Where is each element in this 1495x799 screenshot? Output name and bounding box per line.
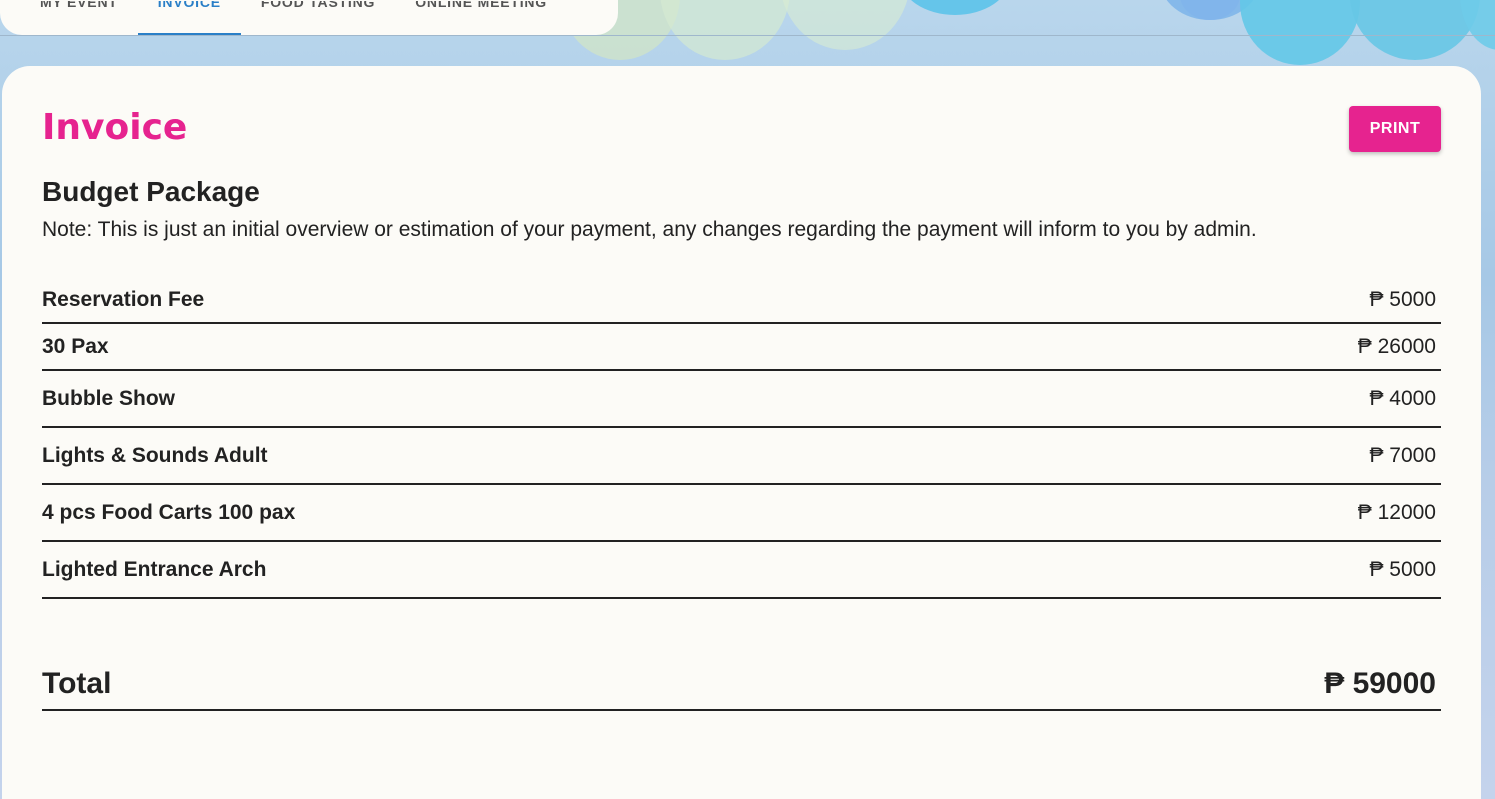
print-button[interactable]: PRINT xyxy=(1349,106,1441,152)
tab-food-tasting[interactable]: Food Tasting xyxy=(241,1,395,35)
item-name: Lighted Entrance Arch xyxy=(42,557,267,581)
item-amount: ₱ 12000 xyxy=(1357,500,1436,524)
invoice-card: Invoice PRINT Budget Package Note: This … xyxy=(2,66,1481,799)
item-amount: ₱ 4000 xyxy=(1369,386,1436,410)
balloon-decoration xyxy=(900,0,1010,15)
tab-invoice[interactable]: Invoice xyxy=(137,1,241,35)
page-title: Invoice xyxy=(42,107,188,148)
invoice-row: 4 pcs Food Carts 100 pax ₱ 12000 xyxy=(42,485,1441,542)
tab-online-meeting[interactable]: Online Meeting xyxy=(395,1,567,35)
item-amount: ₱ 5000 xyxy=(1369,557,1436,581)
item-name: Bubble Show xyxy=(42,386,175,410)
invoice-row: Lighted Entrance Arch ₱ 5000 xyxy=(42,542,1441,599)
invoice-row: 30 Pax ₱ 26000 xyxy=(42,324,1441,371)
balloon-decoration xyxy=(1240,0,1360,65)
invoice-note: Note: This is just an initial overview o… xyxy=(42,218,1257,241)
balloon-decoration xyxy=(780,0,910,50)
invoice-row: Reservation Fee ₱ 5000 xyxy=(42,278,1441,324)
invoice-items: Reservation Fee ₱ 5000 30 Pax ₱ 26000 Bu… xyxy=(42,278,1441,599)
total-amount: ₱ 59000 xyxy=(1324,666,1436,700)
invoice-total-row: Total ₱ 59000 xyxy=(42,658,1441,711)
item-amount: ₱ 5000 xyxy=(1369,288,1436,311)
divider xyxy=(0,35,1495,36)
tab-my-event[interactable]: My Event xyxy=(20,1,138,35)
item-amount: ₱ 7000 xyxy=(1369,443,1436,467)
item-amount: ₱ 26000 xyxy=(1357,334,1436,358)
package-title: Budget Package xyxy=(42,176,260,207)
invoice-row: Lights & Sounds Adult ₱ 7000 xyxy=(42,428,1441,485)
invoice-row: Bubble Show ₱ 4000 xyxy=(42,371,1441,428)
balloon-decoration xyxy=(660,0,790,60)
item-name: Lights & Sounds Adult xyxy=(42,443,268,467)
tab-bar: My Event Invoice Food Tasting Online Mee… xyxy=(0,0,618,35)
item-name: Reservation Fee xyxy=(42,288,205,311)
total-label: Total xyxy=(42,666,112,700)
item-name: 4 pcs Food Carts 100 pax xyxy=(42,500,296,524)
item-name: 30 Pax xyxy=(42,334,109,358)
